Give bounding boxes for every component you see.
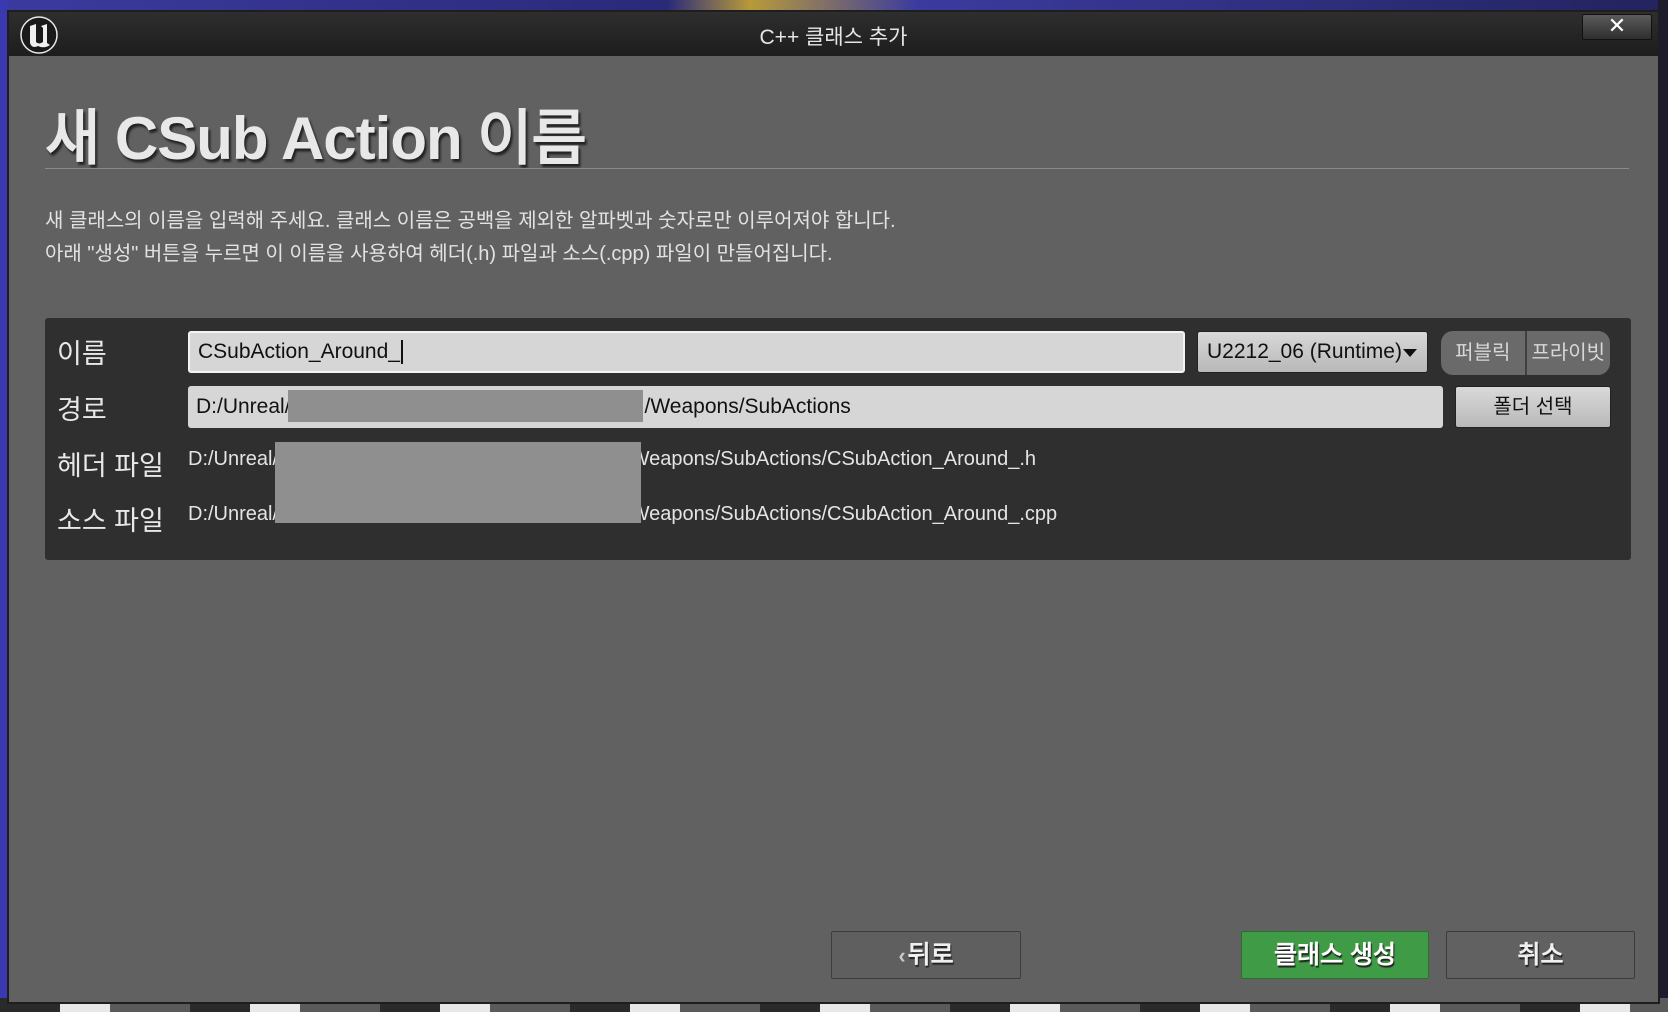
page-title: 새 CSub Action 이름 [45,105,587,172]
window-title: C++ 클래스 추가 [759,26,908,49]
private-toggle[interactable]: 프라이빗 [1527,331,1611,375]
title-divider [45,168,1629,169]
cancel-button[interactable]: 취소 [1446,931,1635,979]
path-prefix: D:/Unreal/ [196,395,291,418]
class-settings-panel: 이름 CSubAction_Around_ U2212_06 (Runtime)… [45,318,1631,560]
text-caret [400,340,403,365]
header-file-label: 헤더 파일 [57,451,164,481]
back-button-label: 뒤로 [907,941,954,969]
description-line-1: 새 클래스의 이름을 입력해 주세요. 클래스 이름은 공백을 제외한 알파벳과… [45,210,896,232]
dropdown-arrow-icon [1403,349,1417,357]
class-name-value: CSubAction_Around_ [198,340,400,363]
redaction-block [275,442,641,523]
path-suffix: /Weapons/SubActions [644,395,851,418]
create-class-button[interactable]: 클래스 생성 [1241,931,1429,979]
title-bar[interactable]: C++ 클래스 추가 ✕ [9,12,1658,56]
add-cpp-class-dialog: C++ 클래스 추가 ✕ 새 CSub Action 이름 새 클래스의 이름을… [7,10,1660,1004]
source-path-prefix: D:/Unreal/ [188,503,279,525]
source-path-suffix: /Weapons/SubActions/CSubAction_Around_.c… [625,503,1058,525]
cancel-button-label: 취소 [1517,941,1564,969]
path-input[interactable]: D:/Unreal/ /Weapons/SubActions [188,386,1443,428]
class-name-input[interactable]: CSubAction_Around_ [188,331,1185,373]
redaction-block [288,390,643,422]
description-line-2: 아래 "생성" 버튼을 누르면 이 이름을 사용하여 헤더(.h) 파일과 소스… [45,243,833,265]
path-label: 경로 [57,395,107,425]
header-path-suffix: /Weapons/SubActions/CSubAction_Around_.h [625,448,1037,470]
public-toggle[interactable]: 퍼블릭 [1441,331,1527,375]
choose-folder-button[interactable]: 폴더 선택 [1455,386,1611,428]
close-button[interactable]: ✕ [1582,14,1652,40]
module-dropdown[interactable]: U2212_06 (Runtime) [1197,331,1428,373]
module-selected-value: U2212_06 (Runtime) [1207,340,1402,363]
access-toggle-group: 퍼블릭 프라이빗 [1441,331,1610,375]
create-class-button-label: 클래스 생성 [1274,941,1396,969]
back-button[interactable]: ‹뒤로 [831,931,1021,979]
source-file-label: 소스 파일 [57,506,164,536]
chevron-left-icon: ‹ [898,943,906,968]
name-label: 이름 [57,339,107,369]
header-path-prefix: D:/Unreal/ [188,448,279,470]
